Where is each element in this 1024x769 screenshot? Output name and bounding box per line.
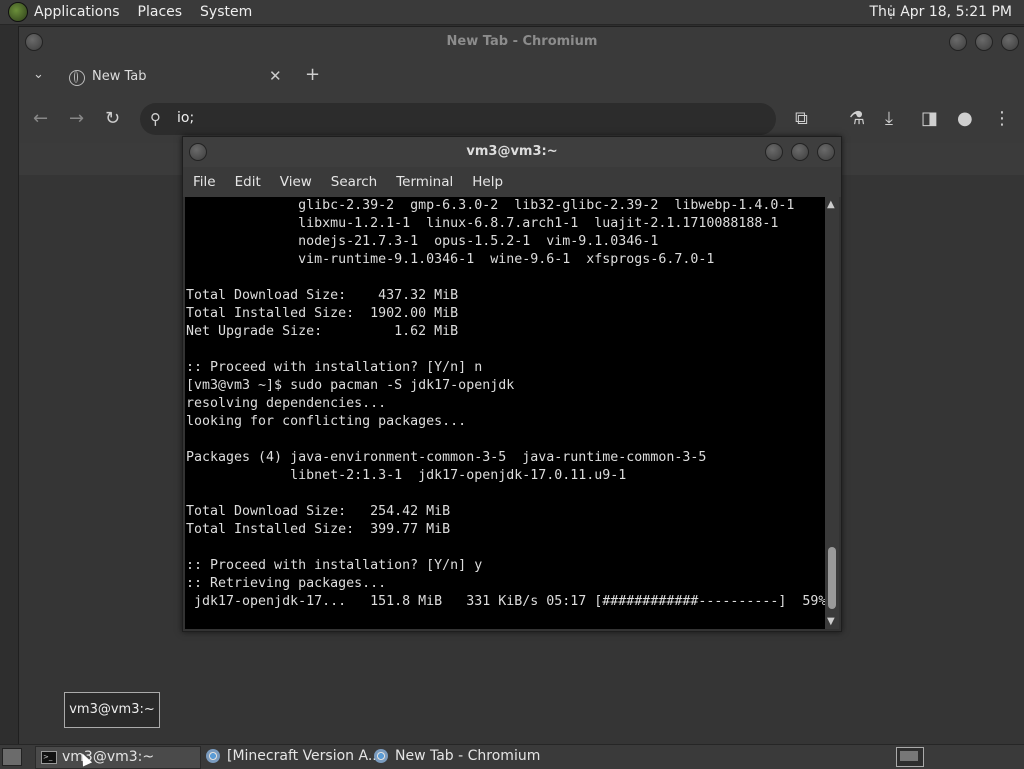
terminal-window-title: vm3@vm3:~	[466, 144, 558, 159]
maximize-icon[interactable]	[975, 33, 993, 51]
show-desktop-icon[interactable]	[2, 748, 22, 766]
terminal-icon: >_	[41, 751, 57, 764]
close-icon[interactable]	[1001, 33, 1019, 51]
minimize-icon[interactable]	[949, 33, 967, 51]
taskbar-item-chromium[interactable]: New Tab - Chromium	[369, 746, 595, 767]
terminal-titlebar[interactable]: vm3@vm3:~	[183, 137, 841, 167]
terminal-line	[185, 341, 825, 359]
terminal-line: [vm3@vm3 ~]$ sudo pacman -S jdk17-openjd…	[186, 378, 515, 393]
terminal-line: glibc-2.39-2 gmp-6.3.0-2 lib32-glibc-2.3…	[186, 198, 795, 213]
menu-view[interactable]: View	[280, 174, 312, 190]
window-menu-icon[interactable]	[189, 143, 207, 161]
menu-icon[interactable]: ⋮	[993, 109, 1011, 129]
terminal-line: vim-runtime-9.1.0346-1 wine-9.6-1 xfspro…	[186, 252, 715, 267]
menu-file[interactable]: File	[193, 174, 216, 190]
taskbar-tooltip: vm3@vm3:~	[64, 692, 160, 728]
terminal-line: Packages (4) java-environment-common-3-5…	[186, 450, 707, 465]
scroll-up-arrow-icon[interactable]: ▲	[827, 199, 835, 210]
globe-icon	[69, 70, 85, 86]
window-menu-icon[interactable]	[25, 33, 43, 51]
download-icon[interactable]: ⤓	[885, 109, 893, 129]
menu-terminal[interactable]: Terminal	[396, 174, 453, 190]
chromium-titlebar[interactable]: New Tab - Chromium	[19, 27, 1024, 57]
bottom-taskbar: >_ vm3@vm3:~ [Minecraft Version A... New…	[0, 744, 1024, 769]
menu-help[interactable]: Help	[472, 174, 503, 190]
terminal-line: looking for conflicting packages...	[186, 414, 467, 429]
terminal-line: resolving dependencies...	[186, 396, 387, 411]
menu-places[interactable]: Places	[138, 2, 183, 22]
workspace-switcher[interactable]	[896, 747, 924, 767]
scroll-down-arrow-icon[interactable]: ▼	[827, 616, 835, 627]
terminal-line: Net Upgrade Size: 1.62 MiB	[186, 324, 459, 339]
top-panel: Applications Places System Thu Apr 18, 5…	[0, 0, 1024, 25]
terminal-line: Total Installed Size: 1902.00 MiB	[186, 306, 459, 321]
chromium-icon	[206, 749, 220, 763]
terminal-line: libnet-2:1.3-1 jdk17-openjdk-17.0.11.u9-…	[186, 468, 627, 483]
terminal-line: Total Download Size: 437.32 MiB	[186, 288, 459, 303]
minimize-icon[interactable]	[765, 143, 783, 161]
extensions-icon[interactable]: ⧉	[795, 109, 808, 129]
side-panel-icon[interactable]: ◨	[921, 109, 938, 129]
terminal-line: libxmu-1.2.1-1 linux-6.8.7.arch1-1 luaji…	[186, 216, 779, 231]
taskbar-item-minecraft[interactable]: [Minecraft Version A...	[201, 746, 393, 767]
terminal-screen[interactable]: glibc-2.39-2 gmp-6.3.0-2 lib32-glibc-2.3…	[185, 197, 825, 629]
menu-search[interactable]: Search	[331, 174, 377, 190]
chromium-icon	[374, 749, 388, 763]
terminal-line: :: Retrieving packages...	[186, 576, 387, 591]
forward-icon[interactable]: →	[69, 109, 84, 129]
search-icon: ⚲	[150, 110, 161, 128]
terminal-window: vm3@vm3:~ File Edit View Search Terminal…	[182, 136, 842, 632]
terminal-menubar: File Edit View Search Terminal Help	[183, 167, 841, 197]
taskbar-item-label: [Minecraft Version A...	[227, 748, 382, 764]
taskbar-item-label: vm3@vm3:~	[62, 749, 155, 765]
omnibox[interactable]: ⚲ io;	[140, 103, 776, 135]
close-icon[interactable]	[817, 143, 835, 161]
tab-close-icon[interactable]: ✕	[269, 67, 282, 85]
terminal-line	[185, 485, 825, 503]
tab-strip: ⌄ New Tab ✕ +	[19, 57, 1024, 95]
new-tab-plus-icon[interactable]: +	[305, 65, 320, 85]
profile-icon[interactable]: ●	[957, 109, 973, 129]
scroll-thumb[interactable]	[828, 547, 836, 609]
terminal-line	[185, 269, 825, 287]
taskbar-item-terminal[interactable]: >_ vm3@vm3:~	[35, 746, 201, 769]
tab-new-tab[interactable]: New Tab ✕	[61, 60, 293, 95]
tab-title: New Tab	[92, 69, 147, 84]
reload-icon[interactable]: ↻	[105, 109, 120, 129]
menu-edit[interactable]: Edit	[235, 174, 261, 190]
terminal-line	[185, 539, 825, 557]
clock[interactable]: Thu Apr 18, 5:21 PM	[869, 4, 1012, 20]
distro-logo-icon[interactable]	[8, 2, 28, 22]
labs-icon[interactable]: ⚗	[849, 109, 865, 129]
maximize-icon[interactable]	[791, 143, 809, 161]
terminal-scrollbar[interactable]: ▲ ▼	[825, 197, 839, 629]
terminal-line	[185, 431, 825, 449]
menu-applications[interactable]: Applications	[34, 2, 120, 22]
terminal-line: Total Download Size: 254.42 MiB	[186, 504, 451, 519]
terminal-line: Total Installed Size: 399.77 MiB	[186, 522, 451, 537]
chromium-window-title: New Tab - Chromium	[446, 34, 598, 49]
taskbar-item-label: New Tab - Chromium	[395, 748, 541, 764]
download-progress-line: jdk17-openjdk-17... 151.8 MiB 331 KiB/s …	[186, 594, 825, 609]
omnibox-input[interactable]: io;	[177, 110, 194, 126]
terminal-line: :: Proceed with installation? [Y/n] y	[186, 558, 483, 573]
tab-search-chevron-icon[interactable]: ⌄	[33, 65, 44, 85]
terminal-line: :: Proceed with installation? [Y/n] n	[186, 360, 483, 375]
terminal-line: nodejs-21.7.3-1 opus-1.5.2-1 vim-9.1.034…	[186, 234, 659, 249]
menu-system[interactable]: System	[200, 2, 252, 22]
back-icon[interactable]: ←	[33, 109, 48, 129]
